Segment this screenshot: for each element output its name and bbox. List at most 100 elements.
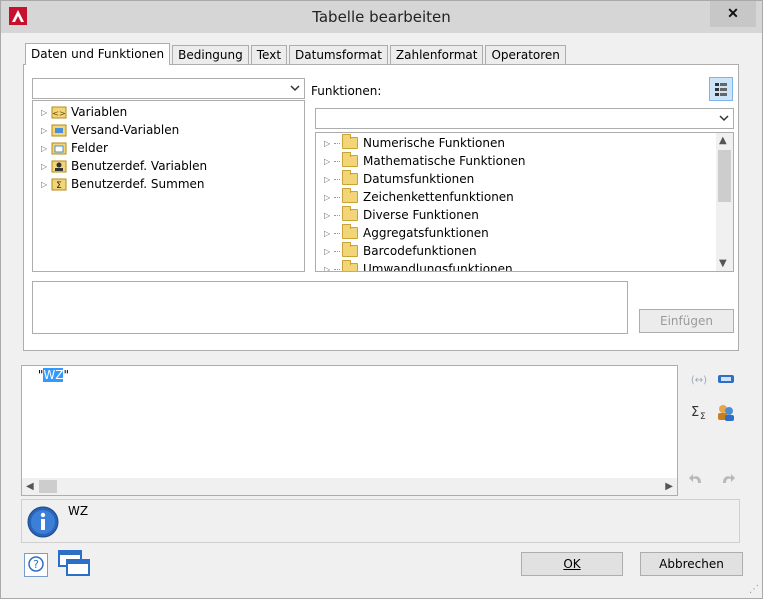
info-text: WZ [68, 504, 89, 518]
expand-arrow-icon[interactable]: ▷ [324, 139, 334, 148]
svg-text:<>: <> [52, 109, 65, 118]
data-source-combo[interactable] [32, 78, 305, 99]
close-button[interactable]: ✕ [710, 1, 756, 27]
cancel-button[interactable]: Abbrechen [640, 552, 743, 576]
expand-arrow-icon[interactable]: ▷ [324, 175, 334, 184]
tree-item-label: Variablen [71, 105, 128, 119]
tab-text[interactable]: Text [250, 45, 288, 65]
close-icon: ✕ [727, 5, 739, 21]
tree-item-felder[interactable]: ▷ Felder [41, 139, 108, 157]
expand-arrow-icon[interactable]: ▷ [324, 193, 334, 202]
functions-tree[interactable]: ▷ Numerische Funktionen ▷ Mathematische Fu… [315, 132, 734, 272]
list-view-icon [715, 83, 727, 96]
info-icon [27, 506, 59, 538]
windows-icon [58, 550, 90, 576]
tree-item-variablen[interactable]: ▷ <> Variablen [41, 103, 127, 121]
user-variables-icon [51, 160, 67, 173]
sum-button[interactable]: ΣΣ [687, 401, 711, 425]
tree-item-label: Felder [71, 141, 108, 155]
insert-button[interactable]: Einfügen [639, 309, 734, 333]
scroll-right-icon[interactable]: ▶ [665, 481, 673, 492]
field-icon [718, 375, 734, 383]
svg-text:?: ? [33, 558, 39, 571]
folder-icon [342, 170, 358, 185]
tree-item-label: Versand-Variablen [71, 123, 180, 137]
resize-grip-icon[interactable]: ⋰ [749, 584, 759, 595]
scrollbar-thumb[interactable] [39, 480, 57, 493]
expand-arrow-icon[interactable]: ▷ [41, 180, 51, 189]
folder-icon [342, 224, 358, 239]
expand-arrow-icon[interactable]: ▷ [324, 265, 334, 272]
tab-datumsformat[interactable]: Datumsformat [289, 45, 388, 65]
expand-arrow-icon[interactable]: ▷ [41, 162, 51, 171]
folder-icon [342, 152, 358, 167]
svg-text:Σ: Σ [691, 405, 699, 420]
tree-item-label: Benutzerdef. Variablen [71, 159, 208, 173]
expand-arrow-icon[interactable]: ▷ [324, 229, 334, 238]
expand-arrow-icon[interactable]: ▷ [324, 157, 334, 166]
dialog-window: Tabelle bearbeiten ✕ Daten und Funktione… [0, 0, 763, 599]
expression-suffix: " [63, 368, 69, 382]
tab-daten-und-funktionen[interactable]: Daten und Funktionen [25, 43, 171, 65]
svg-text:Σ: Σ [56, 181, 62, 191]
tree-item-function-category[interactable]: ▷ Mathematische Funktionen [324, 152, 526, 170]
tab-bedingung[interactable]: Bedingung [172, 45, 249, 65]
windows-button[interactable] [57, 549, 91, 579]
variables-tree[interactable]: ▷ <> Variablen ▷ Versand-Variablen ▷ Fel… [32, 100, 305, 272]
expression-prefix: " [34, 368, 44, 382]
tree-item-function-category[interactable]: ▷ Datumsfunktionen [324, 170, 474, 188]
folder-icon [342, 206, 358, 221]
expand-arrow-icon[interactable]: ▷ [324, 211, 334, 220]
ok-button[interactable]: OK [521, 552, 623, 576]
users-icon [718, 405, 734, 421]
expand-arrow-icon[interactable]: ▷ [41, 108, 51, 117]
scroll-up-icon[interactable]: ▲ [719, 135, 727, 146]
folder-icon [342, 188, 358, 203]
expression-line[interactable]: "WZ" [34, 368, 69, 382]
scroll-left-icon[interactable]: ◀ [26, 481, 34, 492]
tree-item-benutzerdef-summen[interactable]: ▷ Σ Benutzerdef. Summen [41, 175, 205, 193]
tree-item-function-category[interactable]: ▷ Zeichenkettenfunktionen [324, 188, 514, 206]
bracket-button[interactable]: (↔) [687, 369, 711, 393]
variables-icon: <> [51, 106, 67, 119]
expand-arrow-icon[interactable]: ▷ [41, 126, 51, 135]
expand-arrow-icon[interactable]: ▷ [324, 247, 334, 256]
redo-icon [723, 474, 735, 483]
tree-item-versand-variablen[interactable]: ▷ Versand-Variablen [41, 121, 179, 139]
users-button[interactable] [715, 401, 739, 425]
undo-icon [689, 474, 701, 483]
tree-item-function-category[interactable]: ▷ Umwandlungsfunktionen [324, 260, 513, 272]
tree-item-function-category[interactable]: ▷ Barcodefunktionen [324, 242, 477, 260]
redo-button[interactable] [715, 469, 739, 493]
help-button[interactable]: ? [24, 553, 48, 577]
tree-item-label: Umwandlungsfunktionen [363, 262, 513, 272]
view-mode-button[interactable] [709, 77, 733, 101]
fields-icon [51, 142, 67, 155]
expand-arrow-icon[interactable]: ▷ [41, 144, 51, 153]
expression-selection[interactable]: WZ [43, 368, 64, 382]
tab-zahlenformat[interactable]: Zahlenformat [389, 45, 484, 65]
window-title: Tabelle bearbeiten [312, 8, 451, 26]
functions-scrollbar[interactable]: ▲ ▼ [716, 133, 733, 271]
tab-operatoren[interactable]: Operatoren [485, 45, 566, 65]
undo-button[interactable] [687, 469, 711, 493]
tree-item-label: Aggregatsfunktionen [363, 226, 489, 240]
tree-item-function-category[interactable]: ▷ Aggregatsfunktionen [324, 224, 489, 242]
tree-item-label: Datumsfunktionen [363, 172, 475, 186]
tree-item-label: Numerische Funktionen [363, 136, 505, 150]
field-button[interactable] [715, 369, 739, 393]
functions-label: Funktionen: [311, 84, 382, 98]
user-sums-icon: Σ [51, 178, 67, 191]
chevron-down-icon [290, 85, 300, 92]
functions-filter-combo[interactable] [315, 108, 734, 129]
tab-bar: Daten und Funktionen Bedingung Text Datu… [25, 43, 568, 65]
tree-item-label: Barcodefunktionen [363, 244, 477, 258]
expression-editor[interactable]: "WZ" ◀ ▶ [21, 365, 678, 496]
tree-item-benutzerdef-variablen[interactable]: ▷ Benutzerdef. Variablen [41, 157, 207, 175]
scrollbar-thumb[interactable] [718, 150, 731, 202]
tree-item-function-category[interactable]: ▷ Diverse Funktionen [324, 206, 479, 224]
expression-hscrollbar[interactable]: ◀ ▶ [22, 478, 677, 495]
scroll-down-icon[interactable]: ▼ [719, 258, 727, 269]
title-bar[interactable]: Tabelle bearbeiten ✕ [1, 1, 762, 33]
tree-item-function-category[interactable]: ▷ Numerische Funktionen [324, 134, 505, 152]
